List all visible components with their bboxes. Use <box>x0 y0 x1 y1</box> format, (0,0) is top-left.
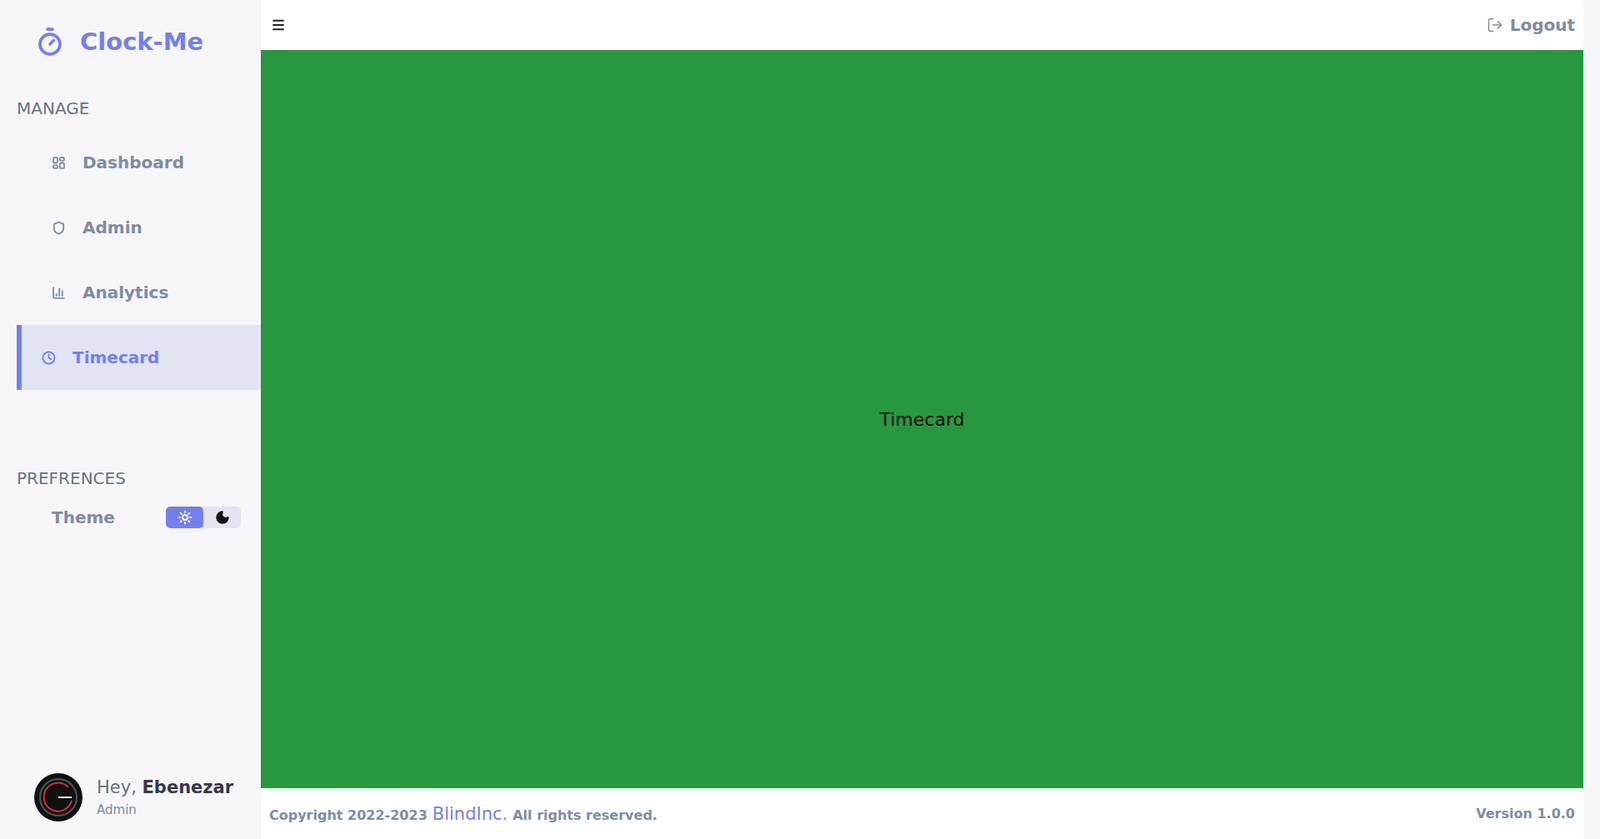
logout-button[interactable]: Logout <box>1486 15 1575 35</box>
copyright: Copyright 2022-2023BlindInc.All rights r… <box>269 804 658 825</box>
avatar-icon <box>33 772 84 823</box>
sidebar-item[interactable]: Timecard <box>16 325 261 390</box>
content: Timecard <box>260 50 1584 789</box>
profile[interactable]: Hey, Ebenezar Admin <box>16 772 261 823</box>
logout-icon <box>1486 16 1504 34</box>
header: Logout <box>260 0 1584 50</box>
section-title: PREFRENCES <box>16 468 261 489</box>
theme-label: Theme <box>51 507 115 528</box>
theme-option[interactable] <box>165 506 204 529</box>
menu-icon <box>270 17 286 33</box>
app: Clock-MeMANAGEDashboardAdminAnalyticsTim… <box>0 0 1600 839</box>
chart-icon <box>51 285 66 300</box>
theme-toggle[interactable] <box>165 506 241 529</box>
theme-option[interactable] <box>203 506 241 529</box>
sun-icon <box>177 510 193 525</box>
sidebar: Clock-MeMANAGEDashboardAdminAnalyticsTim… <box>0 0 261 839</box>
dashboard-icon <box>51 155 66 170</box>
user-role: Admin <box>96 802 234 818</box>
content-title: Timecard <box>879 409 965 430</box>
sidebar-item[interactable]: Admin <box>16 195 261 260</box>
shield-icon <box>51 220 66 235</box>
clock-icon <box>41 350 56 365</box>
menu-button[interactable] <box>270 17 286 33</box>
sidebar-item[interactable]: Dashboard <box>16 130 261 195</box>
version: Version 1.0.0 <box>1475 805 1575 822</box>
sidebar-nav: DashboardAdminAnalyticsTimecard <box>16 130 261 390</box>
theme-row: Theme <box>16 500 261 529</box>
company-link[interactable]: BlindInc. <box>432 804 508 825</box>
main: Logout Timecard Copyright 2022-2023BlindIn… <box>260 0 1600 839</box>
preferences: PREFRENCES Theme <box>16 468 261 529</box>
moon-icon <box>215 510 230 525</box>
logo[interactable]: Clock-Me <box>16 26 261 57</box>
greeting: Hey, Ebenezar <box>96 777 234 798</box>
timer-icon <box>35 26 65 57</box>
sidebar-item[interactable]: Analytics <box>16 260 261 325</box>
footer: Copyright 2022-2023BlindInc.All rights r… <box>260 788 1584 839</box>
logo-text: Clock-Me <box>80 27 204 56</box>
section-title: MANAGE <box>16 98 261 119</box>
